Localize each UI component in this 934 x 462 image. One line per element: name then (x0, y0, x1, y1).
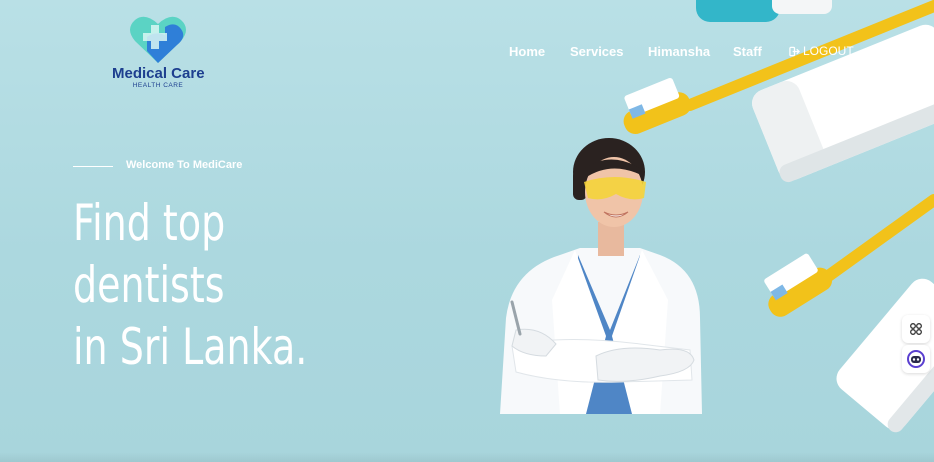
headline-line-1: Find top (73, 194, 226, 252)
logout-icon (789, 46, 800, 56)
toothpaste-tube-top (696, 0, 832, 22)
assistant-robot-icon (907, 350, 925, 368)
logout-button[interactable]: LOGOUT (789, 44, 854, 58)
welcome-divider (73, 166, 113, 167)
heart-cross-logo-icon (130, 16, 186, 63)
welcome-text: Welcome To MediCare (126, 159, 243, 171)
nav-services[interactable]: Services (570, 44, 624, 59)
brand-logo[interactable]: Medical Care HEALTH CARE (112, 15, 205, 90)
headline-line-2: dentists (73, 256, 225, 314)
hero-section: Medical Care HEALTH CARE Home Services H… (0, 0, 934, 462)
nav-staff[interactable]: Staff (733, 44, 762, 59)
assistant-button[interactable] (902, 345, 930, 373)
logout-label: LOGOUT (803, 44, 854, 58)
headline-line-3: in Sri Lanka. (73, 318, 308, 376)
nav-home[interactable]: Home (509, 44, 545, 59)
apps-grid-button[interactable] (902, 315, 930, 343)
apps-grid-icon (910, 323, 922, 335)
bottom-shade (0, 452, 934, 462)
brand-name: Medical Care (112, 65, 205, 82)
hero-headline: Find top dentists in Sri Lanka. (73, 192, 307, 378)
dentist-photo (500, 138, 702, 414)
nav-himansha[interactable]: Himansha (648, 44, 710, 59)
brand-tagline: HEALTH CARE (132, 82, 184, 89)
